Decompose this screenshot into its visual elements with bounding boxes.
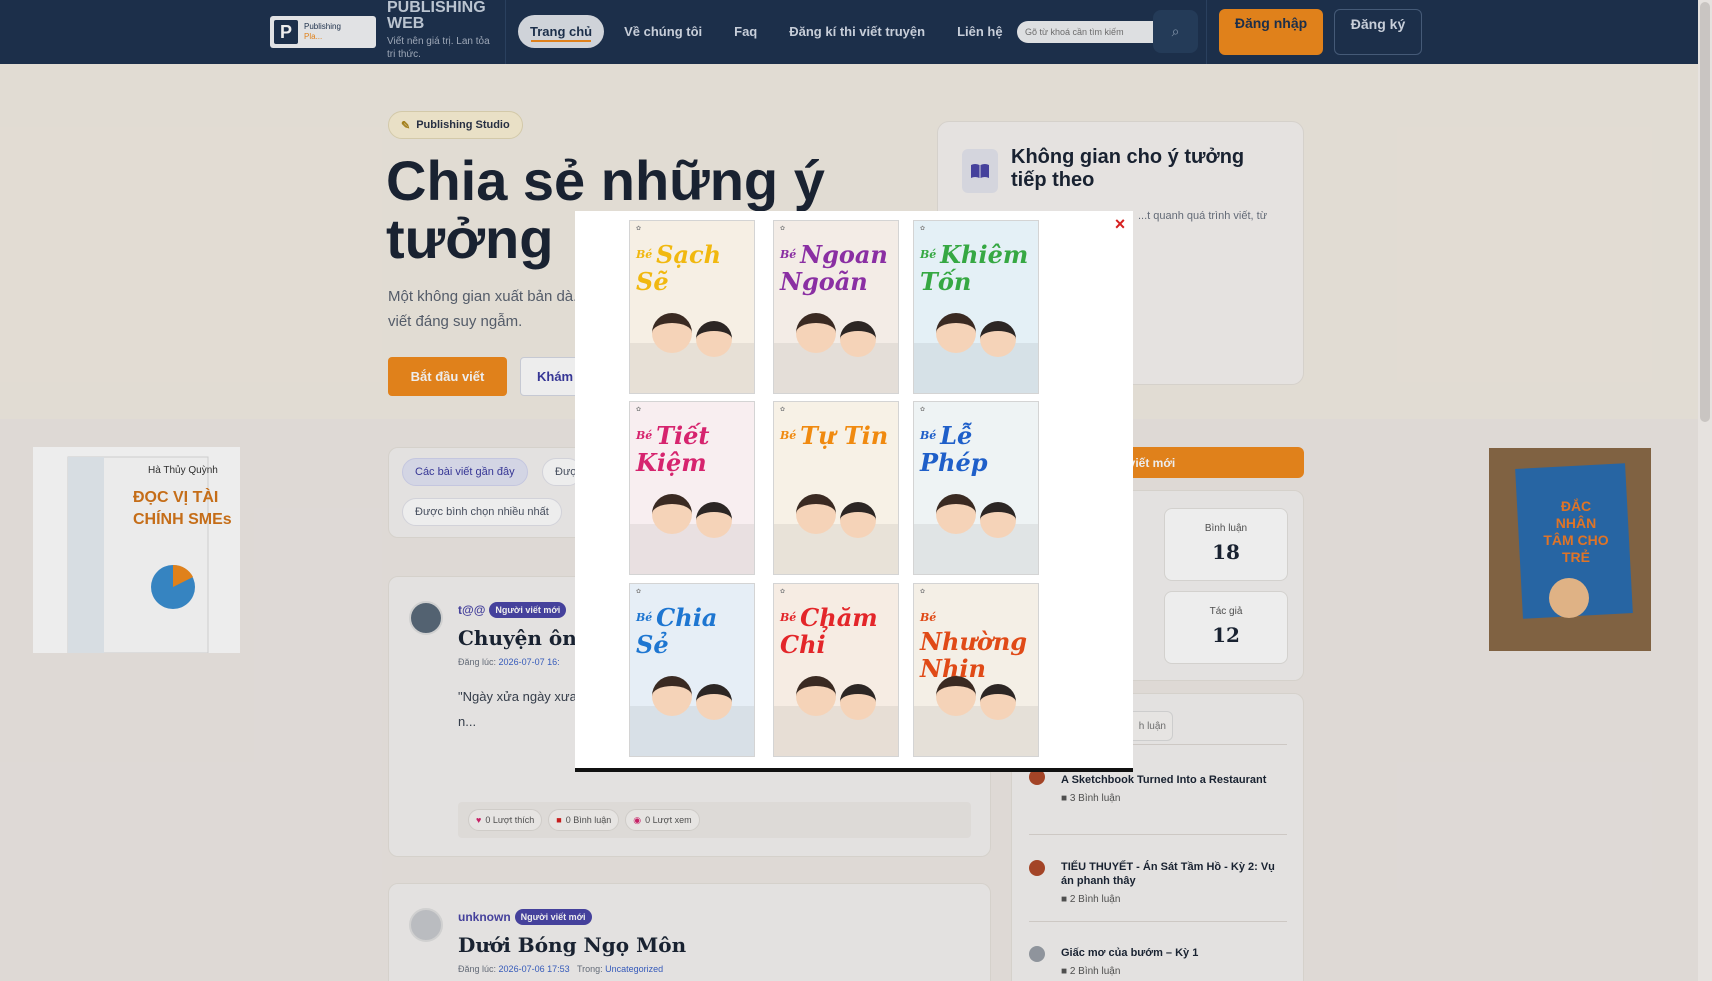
book-title: Bé Sạch Sẽ bbox=[636, 243, 748, 297]
book-illustration-ground bbox=[914, 524, 1038, 574]
book-title-prefix: Bé bbox=[636, 429, 657, 442]
book-title: Bé Tiết Kiệm bbox=[636, 424, 748, 478]
book-series-logo: ✿ bbox=[636, 226, 642, 232]
book-illustration-child bbox=[696, 502, 732, 538]
book-series-logo: ✿ bbox=[780, 226, 786, 232]
book-illustration-child bbox=[840, 321, 876, 357]
book-illustration-ground bbox=[774, 706, 898, 756]
book-illustration-child bbox=[652, 676, 692, 716]
book-title: Bé Lễ Phép bbox=[920, 424, 1032, 478]
book-illustration-child bbox=[796, 313, 836, 353]
book-title-word: Tự Tin bbox=[800, 421, 889, 450]
book-title: Bé Chia Sẻ bbox=[636, 606, 748, 660]
book-series-logo: ✿ bbox=[780, 407, 786, 413]
book-illustration-child bbox=[980, 321, 1016, 357]
book-illustration-child bbox=[936, 676, 976, 716]
book-title-prefix: Bé bbox=[920, 429, 941, 442]
book-illustration-child bbox=[696, 684, 732, 720]
book-illustration-ground bbox=[630, 343, 754, 393]
book-title: Bé Chăm Chỉ bbox=[780, 606, 892, 660]
book-illustration-ground bbox=[774, 343, 898, 393]
book-illustration-child bbox=[840, 502, 876, 538]
book-illustration-ground bbox=[630, 524, 754, 574]
book-title-prefix: Bé bbox=[920, 611, 937, 624]
book-illustration-child bbox=[840, 684, 876, 720]
book-illustration-child bbox=[652, 313, 692, 353]
book-series-logo: ✿ bbox=[920, 407, 926, 413]
book-illustration-child bbox=[796, 676, 836, 716]
scrollbar-thumb[interactable] bbox=[1700, 2, 1710, 422]
book-cover: ✿ Bé Chia Sẻ bbox=[629, 583, 755, 757]
book-illustration-child bbox=[980, 502, 1016, 538]
book-series-logo: ✿ bbox=[920, 589, 926, 595]
book-series-logo: ✿ bbox=[636, 407, 642, 413]
book-illustration-child bbox=[652, 494, 692, 534]
book-series-logo: ✿ bbox=[920, 226, 926, 232]
book-illustration-child bbox=[936, 494, 976, 534]
book-illustration-child bbox=[936, 313, 976, 353]
book-title-prefix: Bé bbox=[636, 248, 657, 261]
book-title: Bé Ngoan Ngoãn bbox=[780, 243, 892, 297]
book-title-prefix: Bé bbox=[636, 611, 657, 624]
book-illustration-ground bbox=[914, 706, 1038, 756]
book-title-prefix: Bé bbox=[780, 611, 801, 624]
book-illustration-child bbox=[980, 684, 1016, 720]
close-icon[interactable]: × bbox=[1109, 213, 1131, 235]
book-series-logo: ✿ bbox=[636, 589, 642, 595]
book-series-logo: ✿ bbox=[780, 589, 786, 595]
book-title: Bé Tự Tin bbox=[780, 424, 892, 451]
book-title-word: Nhường Nhịn bbox=[920, 627, 1028, 683]
book-illustration-ground bbox=[774, 524, 898, 574]
book-illustration-ground bbox=[630, 706, 754, 756]
book-cover: ✿ Bé Ngoan Ngoãn bbox=[773, 220, 899, 394]
book-cover: ✿ Bé Nhường Nhịn bbox=[913, 583, 1039, 757]
book-title: Bé Nhường Nhịn bbox=[920, 606, 1032, 684]
book-cover: ✿ Bé Sạch Sẽ bbox=[629, 220, 755, 394]
page-scrollbar[interactable] bbox=[1698, 0, 1712, 981]
book-title-prefix: Bé bbox=[920, 248, 941, 261]
book-cover: ✿ Bé Chăm Chỉ bbox=[773, 583, 899, 757]
book-cover: ✿ Bé Tiết Kiệm bbox=[629, 401, 755, 575]
book-title-prefix: Bé bbox=[780, 429, 801, 442]
book-illustration-child bbox=[696, 321, 732, 357]
book-cover: ✿ Bé Khiêm Tốn bbox=[913, 220, 1039, 394]
book-title: Bé Khiêm Tốn bbox=[920, 243, 1032, 297]
book-cover: ✿ Bé Lễ Phép bbox=[913, 401, 1039, 575]
book-illustration-child bbox=[796, 494, 836, 534]
book-cover: ✿ Bé Tự Tin bbox=[773, 401, 899, 575]
book-illustration-ground bbox=[914, 343, 1038, 393]
book-title-prefix: Bé bbox=[780, 248, 801, 261]
